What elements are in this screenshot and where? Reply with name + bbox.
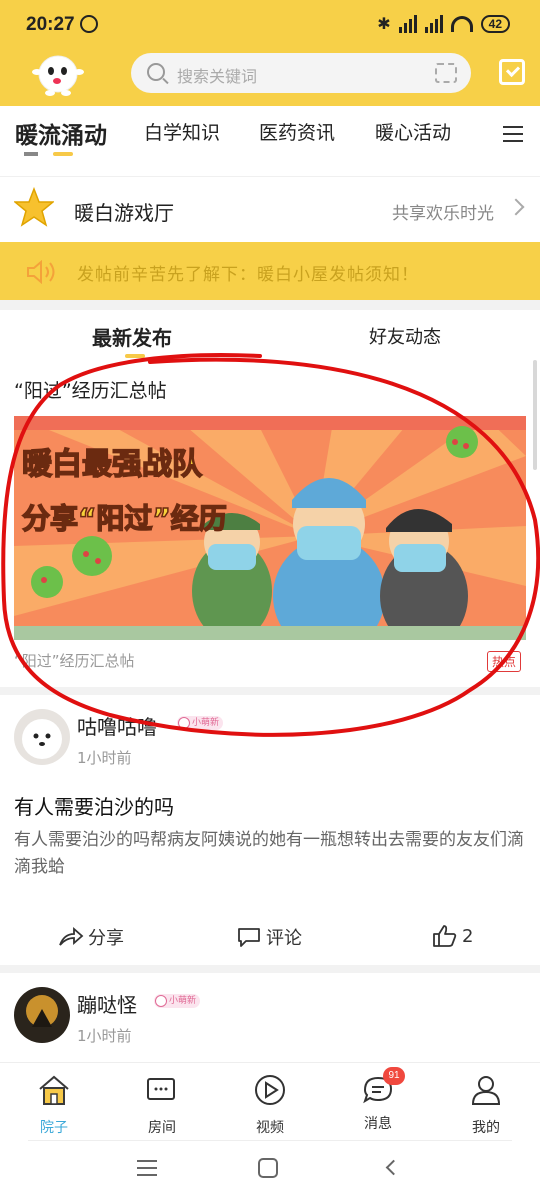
comment-icon — [238, 928, 260, 947]
nav-label: 视频 — [256, 1120, 284, 1136]
divider — [0, 687, 540, 695]
share-label: 分享 — [88, 928, 124, 949]
system-nav-bar — [0, 1140, 540, 1200]
recent-apps-icon[interactable] — [137, 1160, 157, 1181]
nav-label: 我的 — [472, 1120, 500, 1136]
mascot-logo[interactable] — [30, 48, 86, 98]
post-card[interactable]: 蹦哒怪 小萌新 1小时前 — [0, 973, 540, 1062]
nav-label: 房间 — [148, 1120, 176, 1136]
like-button[interactable]: 2 — [432, 924, 473, 948]
badge-icon — [178, 717, 190, 729]
search-input[interactable]: 搜索关键词 — [131, 53, 471, 93]
nav-yard[interactable]: 院子 — [24, 1073, 84, 1137]
share-icon — [59, 927, 84, 946]
feed-tab-indicator — [125, 354, 145, 358]
tab-friends[interactable]: 好友动态 — [369, 323, 441, 349]
post-title: 有人需要泊沙的吗 — [14, 795, 174, 819]
post-time: 1小时前 — [77, 749, 132, 767]
game-hall-row[interactable]: 暖白游戏厅 共享欢乐时光 — [0, 176, 540, 242]
game-hall-subtitle: 共享欢乐时光 — [392, 204, 494, 224]
status-bar: 20:27 ✱ 42 — [0, 0, 540, 48]
clipped-content — [24, 152, 38, 156]
top-bar: 20:27 ✱ 42 搜索关键词 — [0, 0, 540, 106]
avatar[interactable] — [14, 987, 70, 1043]
featured-banner[interactable]: 暖白最强战队 分享“阳过”经历 — [14, 416, 526, 640]
banner-subheadline: 分享“阳过”经历 — [22, 502, 227, 535]
bottom-nav: 院子 房间 视频 91 消息 我的 — [0, 1062, 540, 1140]
level-badge: 小萌新 — [154, 994, 200, 1008]
back-icon[interactable] — [385, 1159, 402, 1176]
search-placeholder: 搜索关键词 — [177, 67, 258, 86]
star-icon — [14, 187, 54, 227]
scan-icon[interactable] — [435, 63, 457, 83]
featured-title[interactable]: “阳过”经历汇总帖 — [14, 376, 167, 403]
menu-icon[interactable] — [503, 126, 523, 147]
nav-messages[interactable]: 91 消息 — [348, 1067, 408, 1133]
badge-icon — [155, 995, 167, 1007]
chat-room-icon — [147, 1078, 175, 1100]
unread-badge: 91 — [383, 1067, 405, 1085]
featured-caption: “阳过”经历汇总帖 — [14, 652, 135, 670]
post-username[interactable]: 蹦哒怪 — [77, 989, 137, 1018]
share-button[interactable]: 分享 — [58, 924, 124, 950]
comment-label: 评论 — [266, 928, 302, 949]
tab-nuanliu[interactable]: 暖流涌动 — [15, 116, 107, 150]
post-time: 1小时前 — [77, 1027, 132, 1045]
search-icon — [147, 63, 165, 81]
level-badge-label: 小萌新 — [168, 996, 196, 1006]
bluetooth-icon: ✱ — [377, 14, 391, 33]
banner-headline: 暖白最强战队 — [22, 447, 203, 482]
chevron-right-icon — [507, 198, 525, 216]
like-count: 2 — [462, 925, 474, 947]
tab-baixue[interactable]: 白学知识 — [144, 118, 220, 145]
speaker-icon — [27, 260, 55, 284]
feed: 最新发布 好友动态 “阳过”经历汇总帖 暖白最强战队 分享“阳过”经历 “阳过”… — [0, 310, 540, 1062]
profile-icon — [471, 1076, 501, 1105]
tab-latest[interactable]: 最新发布 — [92, 322, 172, 351]
game-hall-title: 暖白游戏厅 — [74, 201, 174, 225]
tab-yiyao[interactable]: 医药资讯 — [259, 118, 335, 145]
wifi-icon — [450, 15, 473, 32]
home-icon — [39, 1075, 69, 1105]
level-badge: 小萌新 — [177, 716, 223, 730]
divider — [0, 965, 540, 973]
battery-icon: 42 — [480, 14, 510, 33]
avatar[interactable] — [14, 709, 70, 765]
nav-room[interactable]: 房间 — [132, 1073, 192, 1137]
calendar-checkin-icon[interactable] — [499, 59, 525, 85]
tab-nuanxin[interactable]: 暖心活动 — [375, 118, 451, 145]
banner-illustration: 暖白最强战队 分享“阳过”经历 — [14, 416, 526, 640]
signal-icon — [424, 14, 443, 33]
scrollbar[interactable] — [533, 360, 537, 470]
hot-tag: 热点 — [487, 651, 522, 672]
notice-text: 发帖前辛苦先了解下：暖白小屋发帖须知！ — [77, 265, 419, 285]
signal-icon — [398, 14, 417, 33]
nav-label: 院子 — [40, 1120, 68, 1136]
feed-tabs: 最新发布 好友动态 — [0, 310, 540, 360]
nav-video[interactable]: 视频 — [240, 1073, 300, 1137]
alarm-icon — [80, 15, 98, 33]
play-icon — [255, 1075, 285, 1105]
comment-button[interactable]: 评论 — [236, 924, 302, 950]
category-tabs: 暖流涌动 白学知识 医药资讯 暖心活动 — [0, 106, 540, 176]
level-badge-label: 小萌新 — [191, 718, 219, 728]
thumbs-up-icon — [433, 925, 457, 947]
active-tab-indicator — [53, 152, 73, 156]
nav-label: 消息 — [364, 1116, 392, 1132]
post-body: 有人需要泊沙的吗帮病友阿姨说的她有一瓶想转出去需要的友友们滴滴我蛤 — [14, 830, 524, 877]
notice-bar[interactable]: 发帖前辛苦先了解下：暖白小屋发帖须知！ — [0, 242, 540, 300]
nav-profile[interactable]: 我的 — [456, 1073, 516, 1137]
status-time: 20:27 — [26, 14, 75, 35]
post-card[interactable]: 咕噜咕噜 小萌新 1小时前 有人需要泊沙的吗 有人需要泊沙的吗帮病友阿姨说的她有… — [0, 695, 540, 965]
home-button-icon[interactable] — [258, 1158, 278, 1178]
post-username[interactable]: 咕噜咕噜 — [77, 711, 157, 740]
